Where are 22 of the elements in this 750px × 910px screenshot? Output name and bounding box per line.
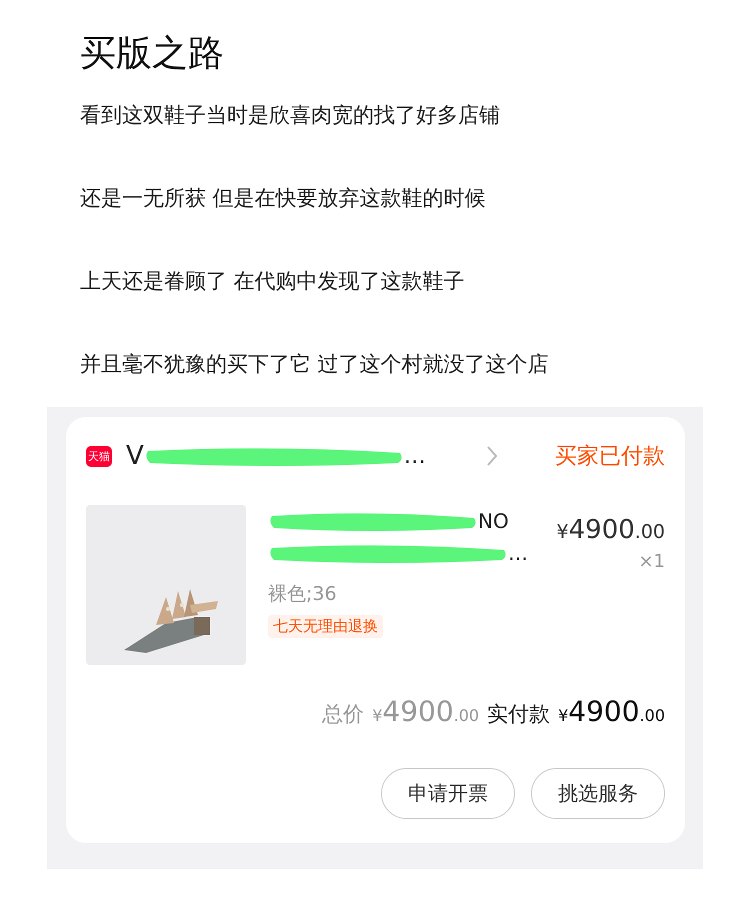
quantity: ×1 (638, 551, 665, 572)
paid-label: 实付款 (487, 701, 550, 728)
shop-logo: 天猫 (86, 446, 112, 466)
post-title: 买版之路 (80, 32, 225, 76)
order-status: 买家已付款 (555, 443, 665, 471)
paragraph: 上天还是眷顾了 在代购中发现了这款鞋子 (80, 268, 466, 295)
total-price: ¥4900.00 (372, 695, 480, 728)
return-policy-tag: 七天无理由退换 (268, 615, 383, 638)
shop-name[interactable]: V (126, 441, 144, 471)
paragraph: 并且毫不犹豫的买下了它 过了这个村就没了这个店 (80, 351, 550, 378)
product-title-ellipsis: … (508, 541, 528, 565)
paragraph: 还是一无所获 但是在快要放弃这款鞋的时候 (80, 185, 487, 212)
item-price: ¥4900.00 (556, 515, 665, 545)
product-title[interactable]: NO (478, 509, 509, 533)
paragraph: 看到这双鞋子当时是欣喜肉宽的找了好多店铺 (80, 102, 501, 129)
total-label: 总价 (322, 701, 364, 728)
shop-name-ellipsis: … (404, 444, 426, 468)
chevron-right-icon[interactable] (486, 445, 498, 467)
order-action-button[interactable]: 申请开票 (381, 768, 515, 819)
variant-text: 裸色;36 (268, 582, 338, 607)
paid-price: ¥4900.00 (558, 695, 665, 728)
order-action-button[interactable]: 挑选服务 (531, 768, 665, 819)
